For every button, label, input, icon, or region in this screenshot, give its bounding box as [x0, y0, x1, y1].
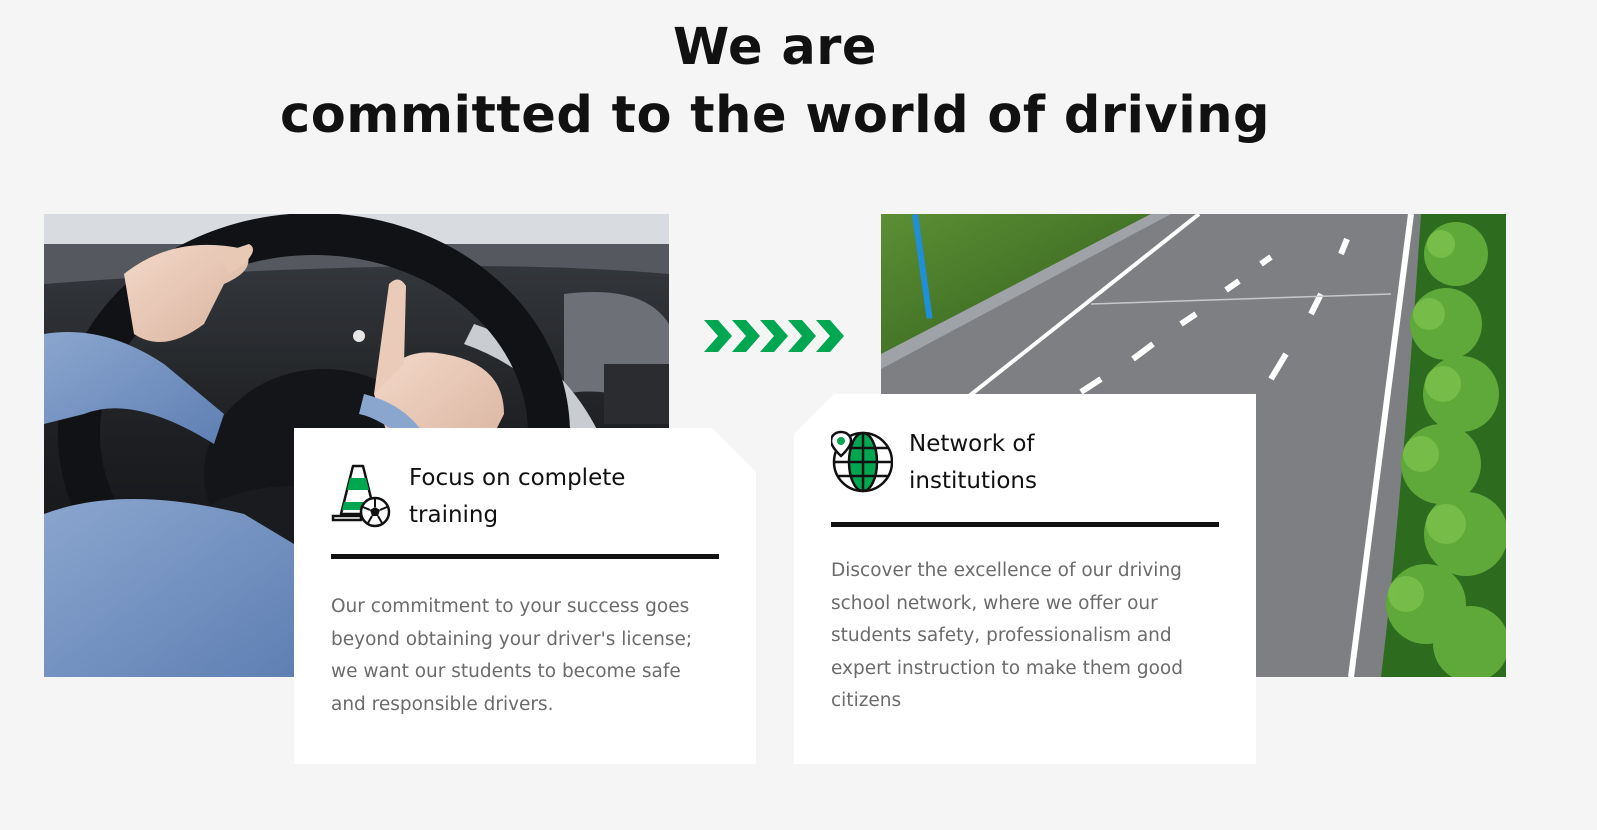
card-header: Network of institutions	[831, 428, 1219, 500]
card-header: Focus on complete training	[331, 462, 719, 534]
card-description: Our commitment to your success goes beyo…	[331, 596, 693, 715]
heading-line-2: committed to the world of driving	[279, 86, 1271, 145]
card-divider	[331, 554, 719, 559]
card-divider	[831, 522, 1219, 527]
card-title-line-1: Network of	[909, 431, 1035, 457]
chevrons-right-icon	[704, 320, 844, 352]
feature-card-training: Focus on complete training Our commitmen…	[294, 428, 756, 764]
card-title: Network of institutions	[909, 426, 1037, 500]
card-title-line-1: Focus on complete	[409, 465, 626, 491]
heading-line-1: We are	[673, 18, 877, 77]
feature-card-network: Network of institutions Discover the exc…	[794, 394, 1256, 764]
card-title: Focus on complete training	[409, 460, 625, 534]
card-description: Discover the excellence of our driving s…	[831, 560, 1183, 711]
section-heading: We are committed to the world of driving	[0, 14, 1550, 150]
globe-location-icon	[831, 430, 893, 493]
traffic-cone-ball-icon	[331, 464, 391, 528]
card-title-line-2: institutions	[909, 468, 1037, 494]
card-title-line-2: training	[409, 502, 499, 528]
